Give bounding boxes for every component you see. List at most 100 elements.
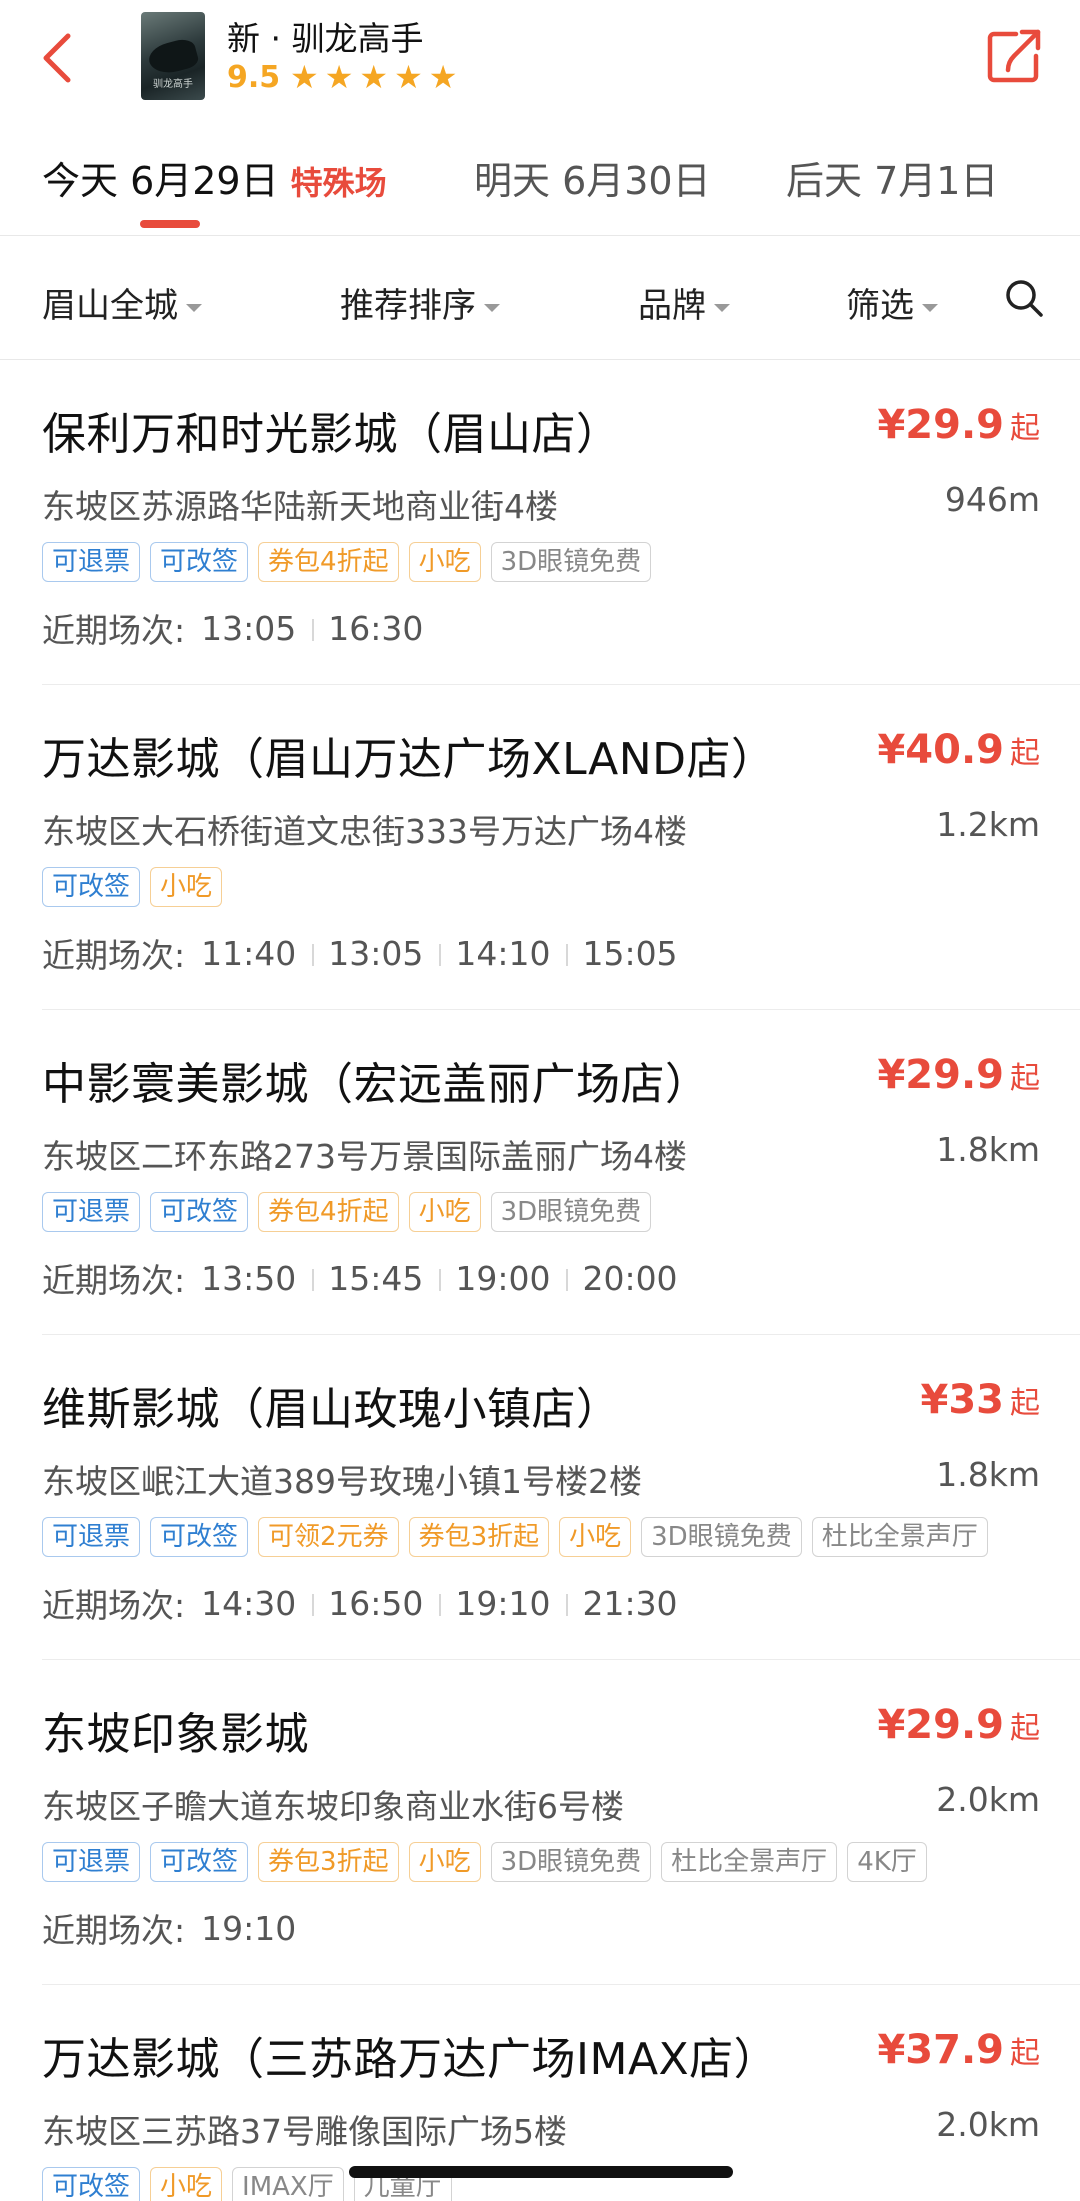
date-tab-label: 后天 7月1日 <box>786 159 999 203</box>
star-icon: ★ <box>428 58 458 96</box>
showtime[interactable]: 13:05 <box>185 609 312 648</box>
feature-tag: 小吃 <box>150 2167 223 2201</box>
showtime[interactable]: 11:40 <box>185 934 312 973</box>
cinema-item[interactable]: 保利万和时光影城（眉山店） ¥29.9 起东坡区苏源路华陆新天地商业街4楼 946m 可… <box>0 360 1080 685</box>
filter-sort[interactable]: 推荐排序 <box>340 278 500 327</box>
poster-title: 驯龙高手 <box>153 79 193 90</box>
feature-tag: 3D眼镜免费 <box>490 542 652 582</box>
cinema-address: 东坡区二环东路273号万景国际盖丽广场4楼 <box>42 1137 687 1176</box>
cinema-name: 中影寰美影城（宏远盖丽广场店） <box>42 1059 710 1110</box>
cinema-distance: 1.2km <box>936 805 1040 844</box>
date-tab-today[interactable]: 今天 6月29日 特殊场 <box>42 150 387 205</box>
price-suffix: 起 <box>1010 1711 1040 1746</box>
poster-art <box>145 36 201 78</box>
cinema-price: ¥40.9 起 <box>877 727 1040 773</box>
back-icon[interactable] <box>36 30 80 86</box>
cinema-distance: 1.8km <box>936 1455 1040 1494</box>
caret-down-icon <box>714 303 730 312</box>
star-icon: ★ <box>290 58 319 96</box>
cinema-address: 东坡区大石桥街道文忠街333号万达广场4楼 <box>42 812 687 851</box>
caret-down-icon <box>484 303 500 312</box>
showtime[interactable]: 16:50 <box>312 1584 439 1623</box>
recent-showtimes: 近期场次: 13:50 15:45 19:00 20:00 <box>42 1254 694 1302</box>
star-icon: ★ <box>394 58 423 96</box>
price-suffix: 起 <box>1010 411 1040 446</box>
cinema-price: ¥29.9 起 <box>877 402 1040 448</box>
feature-tag: 小吃 <box>408 1192 481 1232</box>
price-suffix: 起 <box>1010 736 1040 771</box>
feature-tag: 可领2元券 <box>258 1517 399 1557</box>
movie-header: 驯龙高手 新 · 驯龙高手 9.5 ★ ★ ★ ★ ★ <box>0 0 1080 110</box>
cinema-name: 保利万和时光影城（眉山店） <box>42 409 621 460</box>
feature-tag: 小吃 <box>559 1517 632 1557</box>
movie-poster[interactable]: 驯龙高手 <box>141 12 205 100</box>
rating-stars: ★ ★ ★ ★ ★ <box>290 60 457 94</box>
showtimes-label: 近期场次: <box>42 1911 186 1950</box>
cinema-address: 东坡区岷江大道389号玫瑰小镇1号楼2楼 <box>42 1462 642 1501</box>
date-tab-label: 明天 6月30日 <box>474 159 711 203</box>
price-value: ¥29.9 <box>877 1052 1004 1098</box>
cinema-tags: 可退票 可改签 券包4折起 小吃 3D眼镜免费 <box>42 1192 652 1232</box>
cinema-item[interactable]: 维斯影城（眉山玫瑰小镇店） ¥33 起东坡区岷江大道389号玫瑰小镇1号楼2楼 1.8… <box>0 1335 1080 1660</box>
cinema-item[interactable]: 万达影城（眉山万达广场XLAND店） ¥40.9 起东坡区大石桥街道文忠街333号万… <box>0 685 1080 1010</box>
cinema-distance: 2.0km <box>936 1780 1040 1819</box>
showtime[interactable]: 14:10 <box>439 934 566 973</box>
search-icon[interactable] <box>1004 278 1044 318</box>
feature-tag: 券包4折起 <box>258 542 399 582</box>
filter-more[interactable]: 筛选 <box>846 278 938 327</box>
cinema-price: ¥29.9 起 <box>877 1702 1040 1748</box>
showtime[interactable]: 13:05 <box>312 934 439 973</box>
filter-area[interactable]: 眉山全城 <box>42 278 202 327</box>
showtime[interactable]: 21:30 <box>566 1584 693 1623</box>
date-tab-day-after[interactable]: 后天 7月1日 <box>786 150 998 205</box>
cinema-tags: 可退票 可改签 可领2元券 券包3折起 小吃 3D眼镜免费 杜比全景声厅 <box>42 1517 988 1557</box>
price-suffix: 起 <box>1010 1061 1040 1096</box>
price-value: ¥40.9 <box>877 727 1004 773</box>
active-tab-indicator <box>140 220 200 228</box>
share-icon[interactable] <box>986 28 1042 84</box>
feature-tag: 小吃 <box>408 542 481 582</box>
cinema-price: ¥33 起 <box>921 1377 1041 1423</box>
cinema-name: 维斯影城（眉山玫瑰小镇店） <box>42 1384 621 1435</box>
showtimes-label: 近期场次: <box>42 611 186 650</box>
showtime[interactable]: 19:10 <box>185 1909 312 1948</box>
cinema-distance: 2.0km <box>936 2105 1040 2144</box>
filter-label: 推荐排序 <box>340 286 476 326</box>
cinema-item[interactable]: 东坡印象影城 ¥29.9 起东坡区子瞻大道东坡印象商业水街6号楼 2.0km 可退票 可改… <box>0 1660 1080 1985</box>
feature-tag: 可改签 <box>42 2167 141 2201</box>
price-value: ¥29.9 <box>877 1702 1004 1748</box>
cinema-tags: 可改签 小吃 <box>42 867 223 907</box>
feature-tag: 杜比全景声厅 <box>661 1842 838 1882</box>
special-screening-badge: 特殊场 <box>290 164 387 202</box>
cinema-list: 保利万和时光影城（眉山店） ¥29.9 起东坡区苏源路华陆新天地商业街4楼 946m 可… <box>0 360 1080 2201</box>
feature-tag: 小吃 <box>408 1842 481 1882</box>
price-value: ¥33 <box>920 1377 1005 1423</box>
date-tab-tomorrow[interactable]: 明天 6月30日 <box>474 150 711 205</box>
showtime[interactable]: 16:30 <box>312 609 439 648</box>
recent-showtimes: 近期场次: 14:30 16:50 19:10 21:30 <box>42 1579 694 1627</box>
date-tab-label: 今天 6月29日 <box>42 159 279 203</box>
cinema-item[interactable]: 中影寰美影城（宏远盖丽广场店） ¥29.9 起东坡区二环东路273号万景国际盖丽广场… <box>0 1010 1080 1335</box>
feature-tag: 可退票 <box>42 1842 141 1882</box>
movie-title[interactable]: 新 · 驯龙高手 <box>227 12 423 60</box>
price-value: ¥29.9 <box>877 402 1004 448</box>
showtime[interactable]: 15:05 <box>566 934 693 973</box>
showtime[interactable]: 20:00 <box>566 1259 693 1298</box>
star-icon: ★ <box>324 58 354 96</box>
feature-tag: 3D眼镜免费 <box>490 1842 652 1882</box>
showtime[interactable]: 13:50 <box>185 1259 312 1298</box>
feature-tag: 可改签 <box>42 867 141 907</box>
feature-tag: 小吃 <box>150 867 223 907</box>
showtime[interactable]: 15:45 <box>312 1259 439 1298</box>
showtime[interactable]: 19:10 <box>439 1584 566 1623</box>
filter-brand[interactable]: 品牌 <box>638 278 730 327</box>
feature-tag: 可改签 <box>150 1192 249 1232</box>
showtime[interactable]: 19:00 <box>439 1259 566 1298</box>
price-suffix: 起 <box>1010 1386 1040 1421</box>
feature-tag: 可改签 <box>150 1842 249 1882</box>
recent-showtimes: 近期场次: 19:10 <box>42 1904 312 1952</box>
cinema-name: 万达影城（三苏路万达广场IMAX店） <box>42 2034 779 2085</box>
showtime[interactable]: 14:30 <box>185 1584 312 1623</box>
date-tabs: 今天 6月29日 特殊场 明天 6月30日 后天 7月1日 <box>0 140 1080 236</box>
cinema-distance: 1.8km <box>936 1130 1040 1169</box>
